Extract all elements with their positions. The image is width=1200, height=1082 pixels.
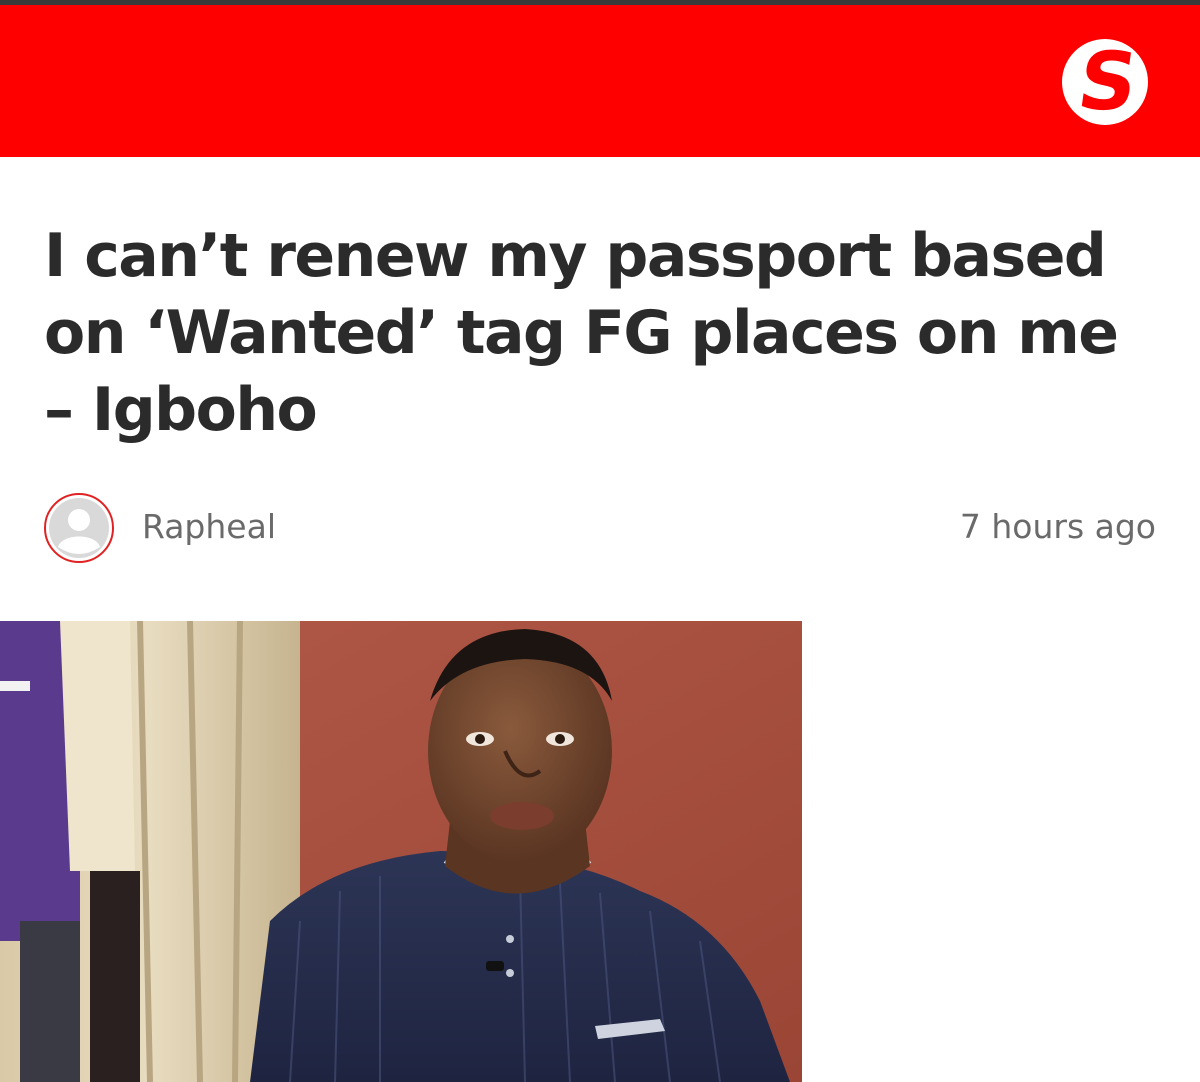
user-avatar-placeholder-icon [49, 498, 109, 558]
article-page: S I can’t renew my passport based on ‘Wa… [0, 0, 1200, 1082]
author-avatar[interactable] [44, 493, 114, 563]
article-hero-image[interactable] [0, 621, 802, 1082]
article-byline: Rapheal 7 hours ago [44, 493, 1156, 563]
article-headline: I can’t renew my passport based on ‘Want… [44, 221, 1119, 445]
site-header: S [0, 5, 1200, 157]
publish-time: 7 hours ago [959, 507, 1156, 546]
author-name[interactable]: Rapheal [142, 507, 276, 546]
site-logo-icon[interactable]: S [1060, 37, 1150, 127]
article-photo [0, 621, 802, 1082]
